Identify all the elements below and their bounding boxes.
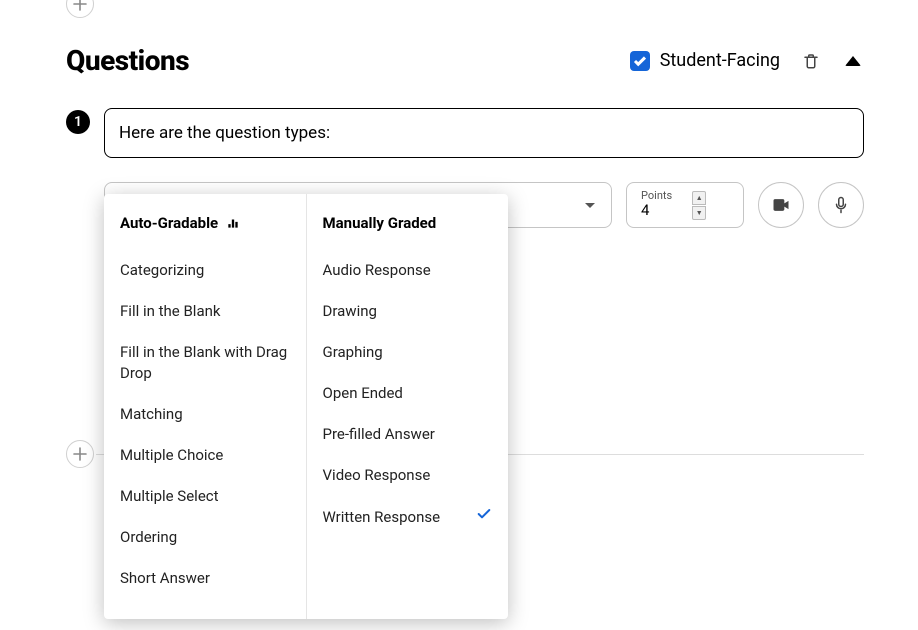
- question-number-badge: 1: [66, 110, 90, 134]
- student-facing-label: Student-Facing: [660, 50, 780, 71]
- points-increment[interactable]: ▲: [692, 191, 706, 205]
- dropdown-item[interactable]: Drawing: [323, 291, 493, 332]
- manually-graded-column: Manually Graded Audio ResponseDrawingGra…: [307, 194, 509, 619]
- video-button[interactable]: [758, 182, 804, 228]
- dropdown-item[interactable]: Audio Response: [323, 250, 493, 291]
- question-row: 1 Here are the question types:: [66, 108, 864, 158]
- manually-graded-header: Manually Graded: [323, 214, 493, 232]
- points-value: 4: [641, 201, 672, 221]
- dropdown-item[interactable]: Ordering: [120, 517, 290, 558]
- check-icon: [476, 506, 492, 528]
- trash-icon: [802, 52, 820, 70]
- triangle-up-icon: [845, 56, 861, 66]
- points-label: Points: [641, 190, 672, 201]
- dropdown-item[interactable]: Graphing: [323, 332, 493, 373]
- checkbox-icon: [630, 51, 650, 71]
- dropdown-item[interactable]: Multiple Choice: [120, 435, 290, 476]
- dropdown-item[interactable]: Pre-filled Answer: [323, 414, 493, 455]
- audio-button[interactable]: [818, 182, 864, 228]
- question-text: Here are the question types:: [119, 123, 330, 143]
- questions-header: Questions Student-Facing: [66, 44, 864, 77]
- auto-gradable-header: Auto-Gradable: [120, 214, 290, 232]
- question-text-input[interactable]: Here are the question types:: [104, 108, 864, 158]
- dropdown-item[interactable]: Multiple Select: [120, 476, 290, 517]
- collapse-button[interactable]: [842, 50, 864, 72]
- page-title: Questions: [66, 44, 189, 77]
- points-decrement[interactable]: ▼: [692, 206, 706, 220]
- points-text: Points 4: [641, 190, 672, 221]
- video-icon: [771, 195, 791, 215]
- dropdown-item[interactable]: Matching: [120, 394, 290, 435]
- auto-gradable-column: Auto-Gradable CategorizingFill in the Bl…: [104, 194, 307, 619]
- add-button-top[interactable]: [66, 0, 94, 18]
- dropdown-item[interactable]: Categorizing: [120, 250, 290, 291]
- microphone-icon: [832, 196, 850, 214]
- dropdown-item[interactable]: Short Answer: [120, 558, 290, 599]
- header-actions: Student-Facing: [630, 50, 864, 72]
- caret-down-icon: [585, 203, 595, 208]
- delete-button[interactable]: [800, 50, 822, 72]
- points-input[interactable]: Points 4 ▲ ▼: [626, 182, 744, 228]
- dropdown-item[interactable]: Fill in the Blank with Drag Drop: [120, 332, 290, 394]
- dropdown-item[interactable]: Written Response: [323, 496, 493, 538]
- dropdown-item[interactable]: Fill in the Blank: [120, 291, 290, 332]
- student-facing-toggle[interactable]: Student-Facing: [630, 50, 780, 71]
- dropdown-item[interactable]: Open Ended: [323, 373, 493, 414]
- points-spinner: ▲ ▼: [692, 191, 706, 220]
- question-type-dropdown: Auto-Gradable CategorizingFill in the Bl…: [104, 194, 508, 619]
- auto-grade-icon: [226, 216, 240, 230]
- add-button-bottom[interactable]: [66, 440, 94, 468]
- dropdown-item[interactable]: Video Response: [323, 455, 493, 496]
